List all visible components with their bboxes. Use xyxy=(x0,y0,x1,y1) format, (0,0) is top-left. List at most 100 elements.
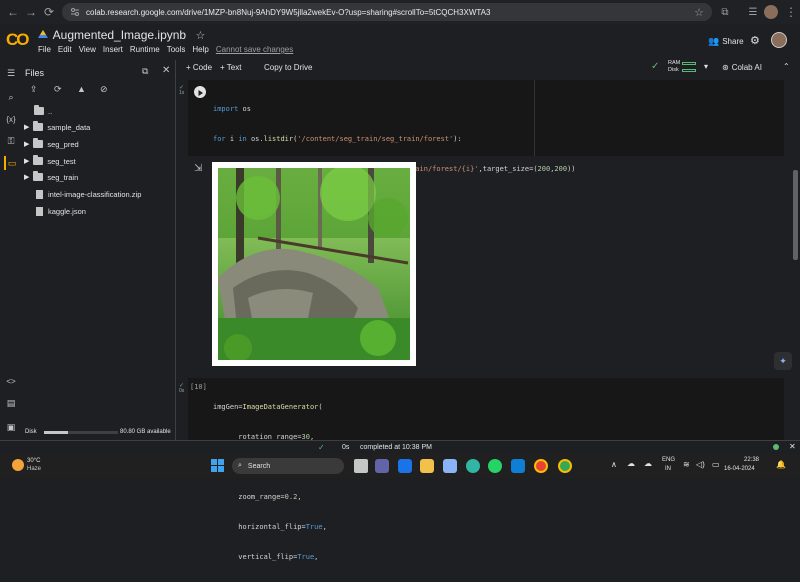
menu-insert[interactable]: Insert xyxy=(103,45,123,54)
teams-icon[interactable] xyxy=(375,459,389,473)
command-palette-icon[interactable]: ▤ xyxy=(4,396,18,410)
weather-icon[interactable] xyxy=(12,459,24,471)
colab-logo[interactable]: CO xyxy=(6,30,29,50)
collapse-toolbar-icon[interactable]: ⌃ xyxy=(783,62,790,71)
whatsapp-icon[interactable] xyxy=(488,459,502,473)
output-actions-icon[interactable]: ⇲ xyxy=(194,163,202,174)
tree-folder-seg-train[interactable]: ▶ seg_train xyxy=(24,170,78,184)
chevron-right-icon[interactable]: ▶ xyxy=(24,157,29,165)
menu-file[interactable]: File xyxy=(38,45,51,54)
address-bar[interactable]: colab.research.google.com/drive/1MZP-bn8… xyxy=(62,3,712,21)
close-status-icon[interactable]: ✕ xyxy=(789,442,796,451)
colab-header: CO Augmented_Image.ipynb ☆ File Edit Vie… xyxy=(0,24,800,60)
left-rail: ☰ ⌕ {x} ⚿ ▭ <> ▤ ▣ xyxy=(0,60,22,440)
profile-avatar[interactable] xyxy=(764,5,778,19)
code-editor-2[interactable]: imgGen=ImageDataGenerator( rotation_rang… xyxy=(213,382,773,582)
lang-top[interactable]: ENG xyxy=(662,457,675,463)
settings-gear-icon[interactable]: ⚙ xyxy=(750,34,760,47)
table-of-contents-icon[interactable]: ☰ xyxy=(4,66,18,80)
menu-tools[interactable]: Tools xyxy=(167,45,186,54)
ruler-line xyxy=(534,80,535,156)
code-snippets-icon[interactable]: <> xyxy=(4,374,18,388)
lang-bottom[interactable]: IN xyxy=(665,466,671,472)
site-info-icon[interactable] xyxy=(70,7,80,17)
forward-icon[interactable]: → xyxy=(22,3,40,21)
chrome-icon[interactable] xyxy=(534,459,548,473)
run-cell-button[interactable] xyxy=(194,86,206,98)
cell-exec-time: 1s xyxy=(179,90,185,96)
close-panel-icon[interactable]: ✕ xyxy=(162,65,170,76)
battery-icon[interactable]: ▭ xyxy=(712,460,720,469)
tab-search-icon[interactable]: ☰ xyxy=(744,3,762,21)
tree-folder-seg-test[interactable]: ▶ seg_test xyxy=(24,154,76,168)
connection-dot xyxy=(773,444,779,450)
volume-icon[interactable]: ◁) xyxy=(696,460,705,469)
resource-monitor[interactable]: RAM Disk xyxy=(666,60,700,76)
clock-time[interactable]: 22:38 xyxy=(744,457,759,463)
tree-parent-folder[interactable]: .. xyxy=(34,104,52,118)
tree-item-label: .. xyxy=(48,106,53,116)
notebook-title[interactable]: Augmented_Image.ipynb xyxy=(53,28,186,42)
forest-image xyxy=(218,165,410,362)
extensions-icon[interactable]: ⧉ xyxy=(716,3,734,21)
chrome-profile-icon[interactable] xyxy=(558,459,572,473)
menu-view[interactable]: View xyxy=(79,45,96,54)
account-avatar[interactable] xyxy=(771,32,787,48)
tree-folder-sample-data[interactable]: ▶ sample_data xyxy=(24,120,90,134)
terminal-icon[interactable]: ▣ xyxy=(4,420,18,434)
add-code-button[interactable]: + Code xyxy=(186,63,212,72)
back-icon[interactable]: ← xyxy=(4,3,22,21)
disk-available-text: 80.80 GB available xyxy=(120,429,171,435)
copy-to-drive-button[interactable]: Copy to Drive xyxy=(264,63,312,72)
star-icon[interactable]: ☆ xyxy=(195,30,205,42)
chevron-right-icon[interactable]: ▶ xyxy=(24,173,29,181)
edge-icon[interactable] xyxy=(466,459,480,473)
tree-folder-seg-pred[interactable]: ▶ seg_pred xyxy=(24,137,79,151)
bookmark-star-icon[interactable]: ☆ xyxy=(690,3,708,21)
notifications-icon[interactable]: 🔔 xyxy=(776,460,786,469)
code-cell-2[interactable]: [10] imgGen=ImageDataGenerator( rotation… xyxy=(188,378,784,561)
reload-icon[interactable]: ⟳ xyxy=(40,3,58,21)
share-button[interactable]: 👥 Share xyxy=(708,36,744,47)
notebook-scrollbar[interactable] xyxy=(793,170,798,260)
url-text: colab.research.google.com/drive/1MZP-bn8… xyxy=(86,7,491,17)
secrets-key-icon[interactable]: ⚿ xyxy=(4,134,18,148)
menu-help[interactable]: Help xyxy=(192,45,208,54)
vscode-icon[interactable] xyxy=(511,459,525,473)
code-cell-1[interactable]: import os for i in os.listdir('/content/… xyxy=(188,80,784,293)
tray-chevron-up-icon[interactable]: ∧ xyxy=(611,460,617,469)
floating-assist-button[interactable]: ✦ xyxy=(774,352,792,370)
mount-drive-icon[interactable]: ▲ xyxy=(77,84,86,94)
cloud-icon[interactable]: ☁ xyxy=(627,459,635,468)
chevron-right-icon[interactable]: ▶ xyxy=(24,123,29,131)
code-line: import os xyxy=(213,105,251,113)
store-icon[interactable] xyxy=(443,459,457,473)
clock-date[interactable]: 16-04-2024 xyxy=(724,466,755,472)
browser-menu-icon[interactable]: ⋮ xyxy=(782,3,800,21)
task-view-icon[interactable] xyxy=(354,459,368,473)
tree-file-zip[interactable]: intel-image-classification.zip xyxy=(34,187,141,201)
status-completed[interactable]: completed at 10:38 PM xyxy=(360,444,432,451)
cannot-save-link[interactable]: Cannot save changes xyxy=(216,45,293,54)
runtime-dropdown-icon[interactable]: ▾ xyxy=(704,62,708,71)
taskbar-search[interactable]: ⌕ Search xyxy=(232,458,344,474)
colab-ai-button[interactable]: ⊛ Colab AI xyxy=(722,63,762,72)
mail-app-icon[interactable] xyxy=(398,459,412,473)
disk-usage-bar xyxy=(44,431,118,434)
upload-file-icon[interactable]: ⇪ xyxy=(30,84,38,95)
hide-files-icon[interactable]: ⊘ xyxy=(100,84,108,95)
tree-file-kaggle-json[interactable]: kaggle.json xyxy=(34,204,86,218)
variables-icon[interactable]: {x} xyxy=(4,112,18,126)
refresh-icon[interactable]: ⟳ xyxy=(54,84,62,95)
files-folder-icon[interactable]: ▭ xyxy=(4,156,18,170)
menu-edit[interactable]: Edit xyxy=(58,45,72,54)
windows-start-icon[interactable] xyxy=(211,459,224,472)
new-tab-icon[interactable]: ⧉ xyxy=(142,66,148,77)
add-text-button[interactable]: + Text xyxy=(220,63,241,72)
onedrive-icon[interactable]: ☁ xyxy=(644,459,652,468)
chevron-right-icon[interactable]: ▶ xyxy=(24,140,29,148)
wifi-icon[interactable]: ≋ xyxy=(683,460,690,469)
file-explorer-icon[interactable] xyxy=(420,459,434,473)
menu-runtime[interactable]: Runtime xyxy=(130,45,160,54)
search-icon[interactable]: ⌕ xyxy=(4,90,18,104)
